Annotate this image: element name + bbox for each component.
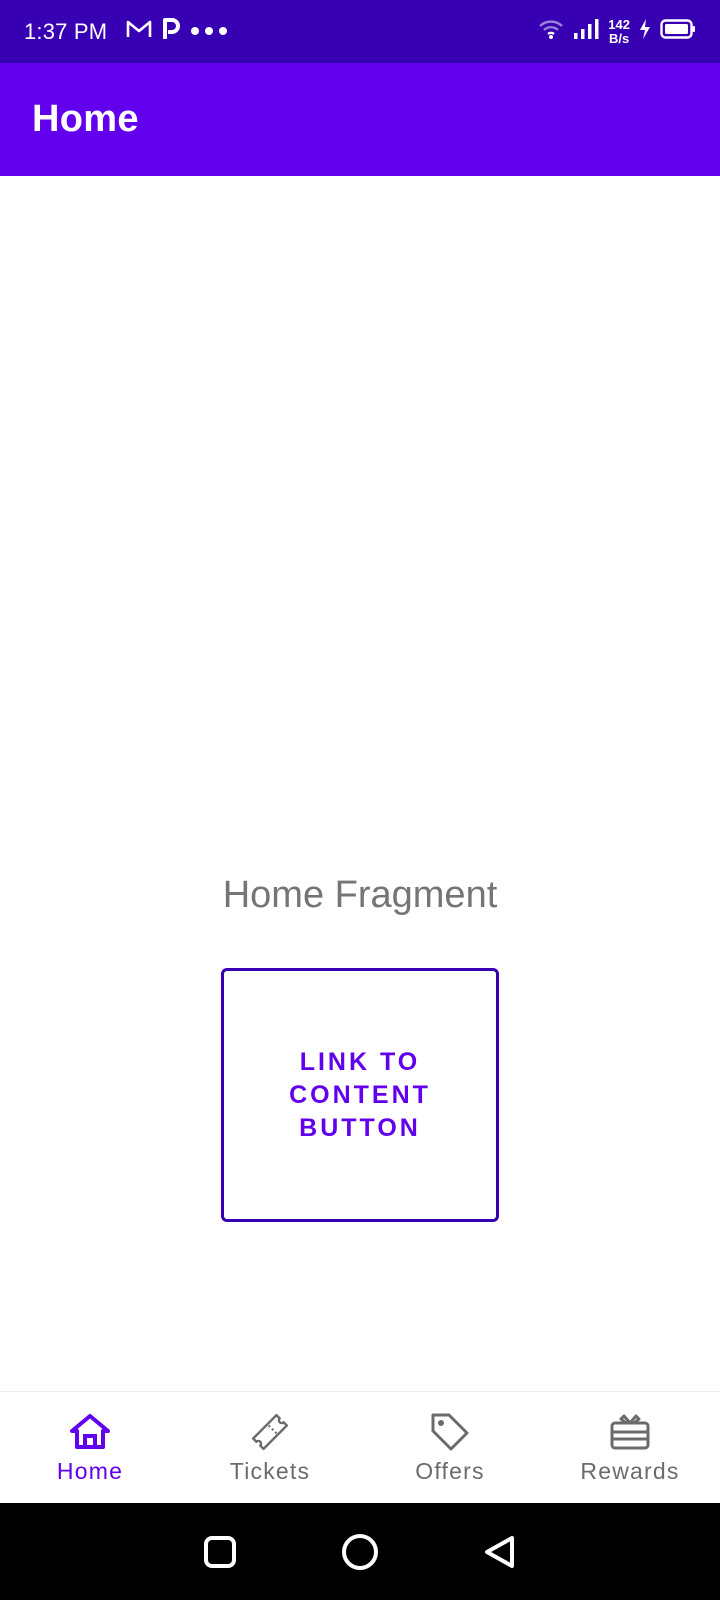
bottom-nav-label-tickets: Tickets <box>229 1458 311 1484</box>
gift-card-icon <box>608 1410 652 1454</box>
page-title: Home <box>32 98 139 140</box>
paytm-icon <box>161 17 181 46</box>
notification-icons <box>125 17 229 46</box>
bottom-nav-label-rewards: Rewards <box>580 1458 680 1484</box>
home-fragment-content: Home Fragment LINK TO CONTENT BUTTON <box>0 176 720 1391</box>
system-status-icons: 142 B/s <box>538 16 696 46</box>
status-bar: 1:37 PM 142 B/s <box>0 0 720 63</box>
charging-icon <box>638 18 652 45</box>
link-to-content-button[interactable]: LINK TO CONTENT BUTTON <box>221 968 499 1222</box>
network-speed-value: 142 <box>608 16 630 32</box>
bottom-nav-label-home: Home <box>56 1458 124 1484</box>
network-speed: 142 B/s <box>608 16 630 46</box>
recent-apps-icon[interactable] <box>196 1528 244 1576</box>
bottom-navigation: Home Tickets Offers Rewards <box>0 1391 720 1503</box>
bottom-nav-item-home[interactable]: Home <box>0 1392 180 1503</box>
battery-icon <box>660 18 696 45</box>
more-dots-icon <box>189 23 229 41</box>
bottom-nav-item-rewards[interactable]: Rewards <box>540 1392 720 1503</box>
gmail-icon <box>125 18 153 45</box>
bottom-nav-label-offers: Offers <box>415 1458 485 1484</box>
home-icon <box>68 1410 112 1454</box>
fragment-label: Home Fragment <box>222 874 498 916</box>
back-icon[interactable] <box>476 1528 524 1576</box>
app-bar: Home <box>0 63 720 176</box>
tag-icon <box>428 1410 472 1454</box>
bottom-nav-item-offers[interactable]: Offers <box>360 1392 540 1503</box>
home-system-icon[interactable] <box>336 1528 384 1576</box>
network-speed-unit: B/s <box>609 30 630 46</box>
signal-icon <box>572 18 600 45</box>
ticket-icon <box>248 1410 292 1454</box>
link-to-content-button-label: LINK TO CONTENT BUTTON <box>289 1047 431 1142</box>
system-navigation-bar <box>0 1503 720 1600</box>
wifi-icon <box>538 18 564 45</box>
bottom-nav-item-tickets[interactable]: Tickets <box>180 1392 360 1503</box>
status-time: 1:37 PM <box>24 18 108 44</box>
